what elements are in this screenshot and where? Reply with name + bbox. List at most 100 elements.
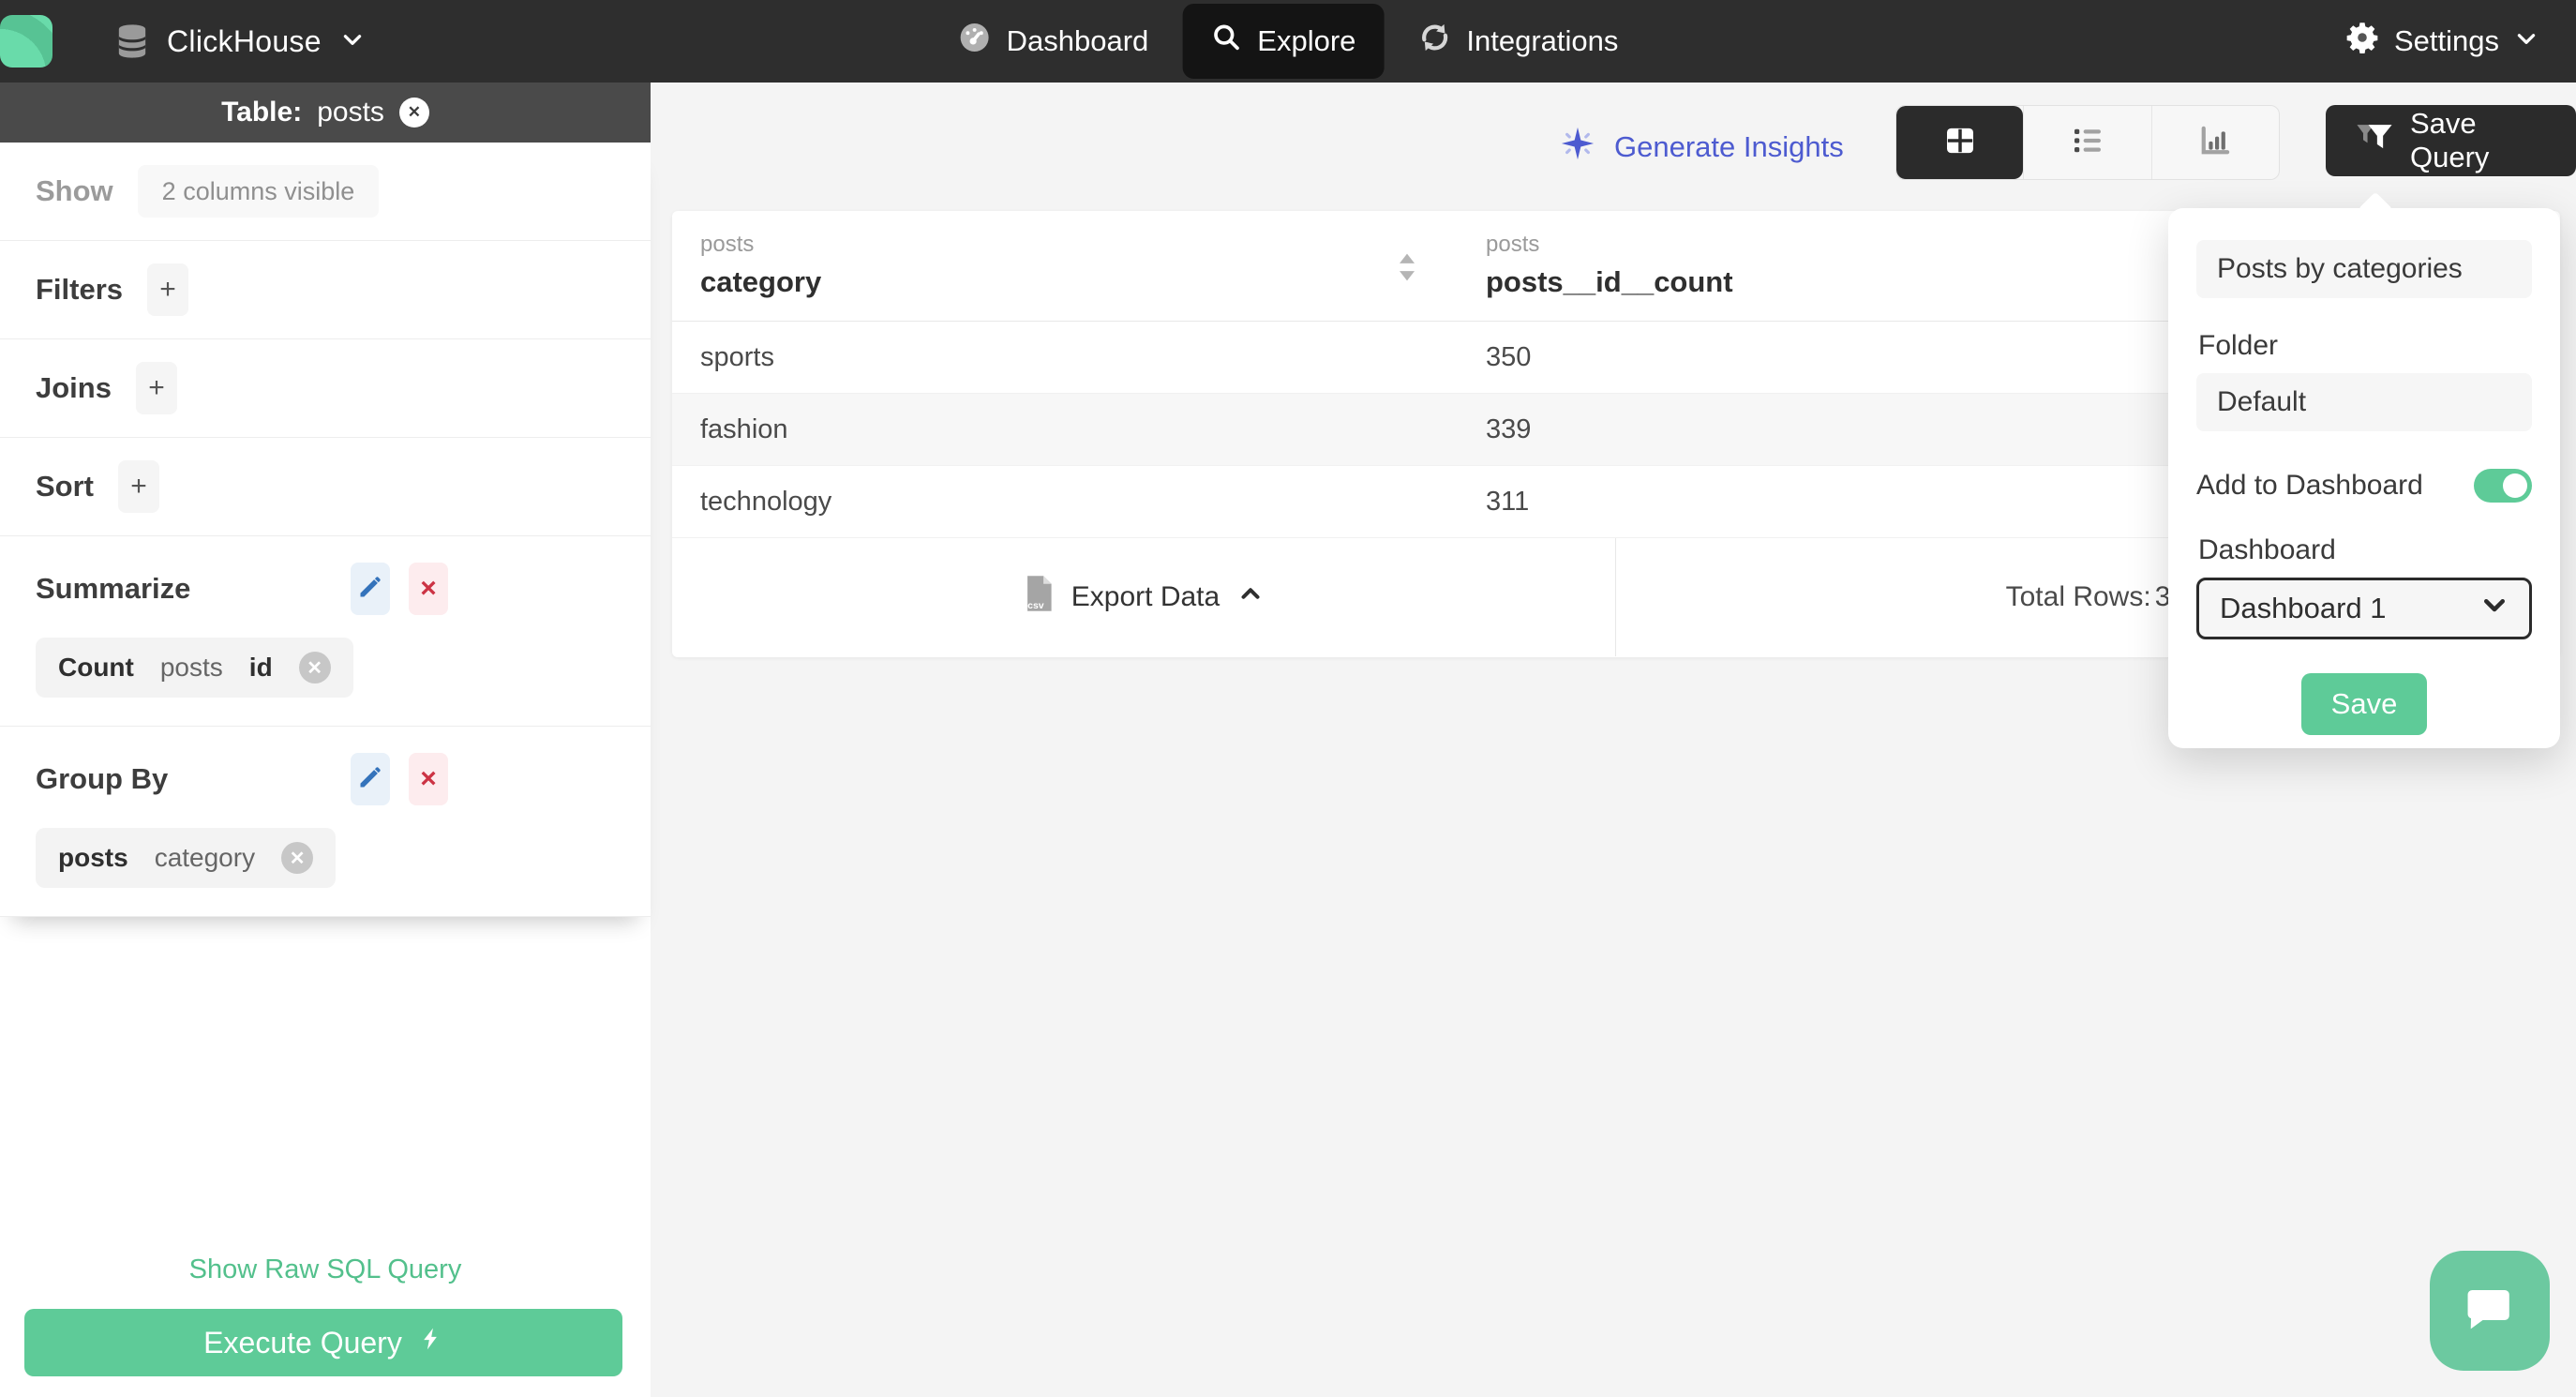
cell-category: fashion	[700, 413, 788, 444]
joins-section: Joins +	[0, 339, 651, 438]
nav-explore[interactable]: Explore	[1182, 4, 1385, 79]
total-rows-label: Total Rows:	[2005, 581, 2151, 612]
folder-label: Folder	[2198, 330, 2279, 361]
query-builder-sidebar: Table: posts ✕ Show 2 columns visible Fi…	[0, 83, 651, 1397]
remove-chip-icon[interactable]: ✕	[281, 842, 314, 874]
view-toggle-group	[1895, 105, 2280, 180]
cell-count: 311	[1486, 486, 1530, 517]
edit-group-by-button[interactable]	[351, 753, 390, 805]
chevron-up-icon	[1236, 579, 1265, 615]
bar-chart-icon	[2195, 121, 2235, 165]
sparkle-icon	[1558, 124, 1597, 171]
dashboard-label: Dashboard	[2198, 534, 2336, 565]
show-section: Show 2 columns visible	[0, 143, 651, 241]
add-to-dashboard-label: Add to Dashboard	[2196, 470, 2423, 501]
show-label: Show	[36, 174, 113, 207]
list-view-button[interactable]	[2023, 106, 2150, 179]
show-raw-sql-link[interactable]: Show Raw SQL Query	[0, 1254, 651, 1285]
dashboard-select-value: Dashboard 1	[2220, 592, 2387, 624]
generate-insights-label: Generate Insights	[1614, 130, 1844, 163]
summarize-agg: Count	[58, 653, 134, 682]
edit-summarize-button[interactable]	[351, 563, 390, 615]
table-name: posts	[317, 97, 384, 128]
datasource-selector[interactable]: ClickHouse	[69, 23, 365, 59]
summarize-section: Summarize × Count posts id ✕	[0, 536, 651, 727]
folder-input[interactable]: Default	[2196, 373, 2532, 431]
filters-label: Filters	[36, 273, 124, 306]
remove-chip-icon[interactable]: ✕	[298, 652, 331, 683]
cell-category: technology	[700, 486, 832, 517]
add-filter-button[interactable]: +	[147, 263, 189, 316]
selected-table-bar: Table: posts ✕	[0, 83, 651, 143]
filters-section: Filters +	[0, 241, 651, 339]
settings-menu[interactable]: Settings	[2345, 0, 2539, 83]
svg-text:csv: csv	[1027, 600, 1044, 611]
gauge-icon	[958, 21, 992, 62]
sort-icon[interactable]	[1398, 252, 1416, 287]
add-sort-button[interactable]: +	[118, 460, 159, 513]
app: ClickHouse Dashboard Explore Integration…	[0, 0, 2576, 1397]
csv-file-icon: csv	[1023, 574, 1055, 621]
nav-integrations-label: Integrations	[1466, 24, 1619, 57]
funnel-icon	[2356, 121, 2393, 160]
query-builder-sections: Show 2 columns visible Filters + Joins +…	[0, 143, 651, 917]
summarize-label: Summarize	[36, 572, 191, 605]
remove-group-by-button[interactable]: ×	[409, 753, 448, 805]
save-query-button[interactable]: Save Query	[2326, 105, 2576, 176]
add-to-dashboard-toggle[interactable]	[2474, 469, 2532, 503]
column-group: posts	[1486, 232, 1540, 257]
summarize-table: posts	[159, 653, 223, 682]
execute-query-button[interactable]: Execute Query	[24, 1309, 622, 1376]
generate-insights-button[interactable]: Generate Insights	[1558, 124, 1844, 171]
export-data-label: Export Data	[1071, 581, 1221, 612]
remove-summarize-button[interactable]: ×	[409, 563, 448, 615]
nav-integrations[interactable]: Integrations	[1417, 21, 1618, 62]
chart-view-button[interactable]	[2150, 106, 2279, 179]
remove-table-icon[interactable]: ✕	[398, 98, 429, 128]
summarize-chip: Count posts id ✕	[36, 638, 353, 698]
chevron-down-icon	[340, 27, 365, 56]
nav-dashboard-label: Dashboard	[1006, 24, 1149, 57]
list-view-icon	[2068, 121, 2107, 165]
sort-section: Sort +	[0, 438, 651, 536]
dashboard-select[interactable]: Dashboard 1	[2196, 578, 2532, 639]
group-by-label: Group By	[36, 762, 169, 795]
column-group: posts	[700, 232, 755, 257]
pencil-icon	[357, 764, 383, 795]
settings-label: Settings	[2393, 24, 2499, 57]
add-join-button[interactable]: +	[135, 362, 177, 414]
group-by-section: Group By × posts category ✕	[0, 727, 651, 917]
gear-icon	[2345, 21, 2379, 62]
pencil-icon	[357, 574, 383, 605]
query-name-input[interactable]: Posts by categories	[2196, 240, 2532, 298]
column-name: category	[700, 265, 822, 298]
column-header-category: posts category	[672, 211, 1458, 321]
sync-icon	[1417, 21, 1451, 62]
nav-dashboard[interactable]: Dashboard	[958, 21, 1149, 62]
group-by-column: category	[154, 843, 256, 872]
export-data-button[interactable]: csv Export Data	[672, 538, 1616, 656]
group-by-chip: posts category ✕	[36, 828, 337, 888]
app-logo[interactable]	[0, 15, 52, 68]
column-header-count: posts posts__id__count	[1458, 211, 1733, 321]
table-label: Table:	[221, 97, 303, 128]
execute-query-label: Execute Query	[203, 1325, 402, 1359]
nav-explore-label: Explore	[1257, 24, 1356, 57]
table-view-button[interactable]	[1896, 106, 2024, 179]
columns-visible-button[interactable]: 2 columns visible	[137, 165, 380, 218]
cell-category: sports	[700, 341, 774, 372]
chevron-down-icon	[2514, 24, 2539, 58]
summarize-column: id	[248, 653, 273, 682]
group-by-table: posts	[58, 843, 128, 872]
cell-count: 350	[1486, 341, 1532, 372]
main-nav: Dashboard Explore Integrations	[958, 0, 1618, 83]
table-view-icon	[1940, 121, 1980, 165]
datasource-name: ClickHouse	[167, 23, 322, 58]
popover-save-button[interactable]: Save	[2301, 673, 2427, 735]
sort-label: Sort	[36, 470, 94, 503]
save-query-label: Save Query	[2410, 107, 2490, 173]
search-icon	[1210, 22, 1242, 61]
speech-bubble-icon	[2460, 1279, 2520, 1344]
chevron-down-icon	[2480, 591, 2509, 626]
chat-widget-button[interactable]	[2430, 1251, 2550, 1371]
